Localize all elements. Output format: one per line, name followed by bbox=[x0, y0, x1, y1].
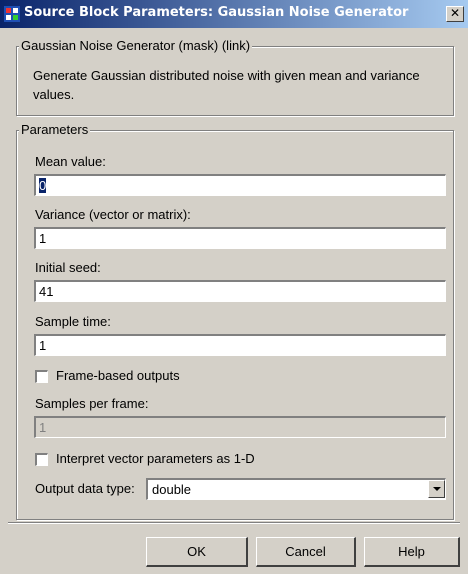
variance-input[interactable]: 1 bbox=[34, 227, 446, 249]
mean-value-label: Mean value: bbox=[35, 154, 106, 169]
cancel-button[interactable]: Cancel bbox=[256, 537, 356, 567]
mask-description: Generate Gaussian distributed noise with… bbox=[33, 68, 420, 102]
frame-based-label[interactable]: Frame-based outputs bbox=[56, 368, 180, 383]
help-button[interactable]: Help bbox=[364, 537, 460, 567]
output-data-type-value: double bbox=[152, 482, 192, 497]
close-button[interactable]: ✕ bbox=[446, 6, 464, 22]
sample-time-input[interactable]: 1 bbox=[34, 334, 446, 356]
output-data-type-select[interactable]: double bbox=[146, 478, 446, 500]
simulink-block-icon bbox=[4, 6, 20, 22]
sample-time-label: Sample time: bbox=[35, 314, 111, 329]
variance-label: Variance (vector or matrix): bbox=[35, 207, 191, 222]
interpret-1d-checkbox[interactable] bbox=[35, 453, 48, 466]
mean-value-text: 0 bbox=[39, 178, 47, 193]
output-data-type-label: Output data type: bbox=[35, 481, 135, 496]
samples-per-frame-label: Samples per frame: bbox=[35, 396, 149, 411]
mask-group-legend: Gaussian Noise Generator (mask) (link) bbox=[19, 38, 253, 53]
window-title: Source Block Parameters: Gaussian Noise … bbox=[24, 5, 409, 20]
dropdown-button[interactable] bbox=[428, 480, 445, 498]
mean-value-input[interactable]: 0 bbox=[34, 174, 446, 196]
close-icon: ✕ bbox=[449, 6, 461, 20]
frame-based-checkbox[interactable] bbox=[35, 370, 48, 383]
samples-per-frame-input: 1 bbox=[34, 416, 446, 438]
title-bar[interactable]: Source Block Parameters: Gaussian Noise … bbox=[0, 0, 468, 28]
ok-button[interactable]: OK bbox=[146, 537, 248, 567]
initial-seed-input[interactable]: 41 bbox=[34, 280, 446, 302]
footer-separator bbox=[8, 522, 460, 524]
interpret-1d-label[interactable]: Interpret vector parameters as 1-D bbox=[56, 451, 255, 466]
initial-seed-label: Initial seed: bbox=[35, 260, 101, 275]
chevron-down-icon bbox=[433, 487, 441, 491]
parameters-group-legend: Parameters bbox=[19, 122, 91, 137]
